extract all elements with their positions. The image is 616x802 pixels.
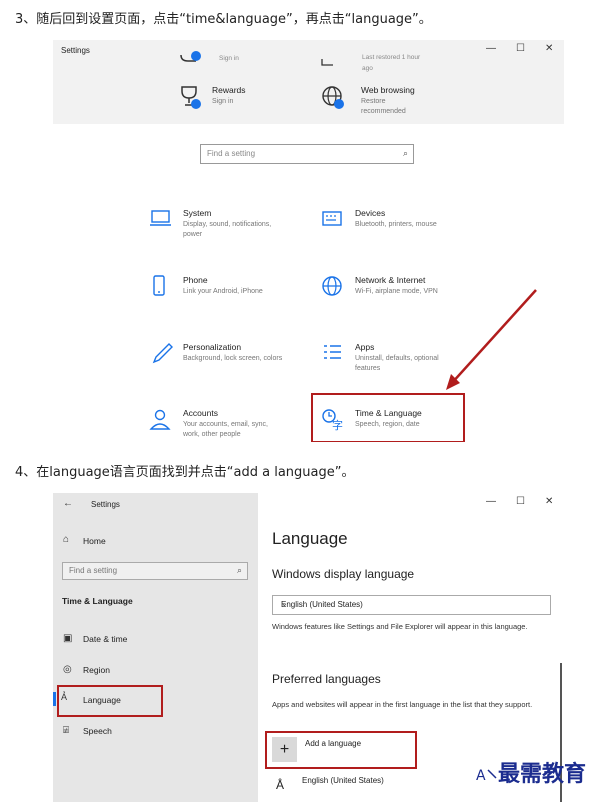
watermark-text: 最需教育 — [498, 761, 587, 787]
microphone-icon: ⍯ — [63, 725, 69, 736]
highlight-box-language — [57, 685, 163, 717]
search-icon: ⌕ — [236, 565, 242, 575]
sidebar-item-home[interactable]: Home — [83, 536, 106, 546]
maximize-button[interactable]: ☐ — [516, 496, 525, 507]
language-glyph-icon: Å — [276, 778, 285, 792]
sidebar-item-date-time[interactable]: Date & time — [83, 634, 127, 644]
sidebar-item-region[interactable]: Region — [83, 665, 110, 675]
svg-text:A: A — [476, 768, 486, 784]
pointer-arrow — [446, 289, 537, 390]
active-indicator — [53, 692, 56, 706]
close-button[interactable]: ✕ — [545, 496, 553, 507]
home-icon: ⌂ — [63, 534, 70, 545]
sidebar-item-speech[interactable]: Speech — [83, 726, 112, 736]
watermark-emblem-icon: A — [476, 768, 497, 784]
globe-icon: ◎ — [63, 664, 72, 675]
window-title: Settings — [91, 500, 120, 509]
chevron-down-icon: ⌄ — [281, 599, 288, 608]
sidebar-search-input[interactable]: Find a setting ⌕ — [62, 562, 248, 580]
back-arrow-icon[interactable]: ← — [63, 498, 73, 509]
preferred-languages-note: Apps and websites will appear in the fir… — [272, 700, 533, 709]
settings-home-screenshot: Settings — ☐ ✕ Sign in Last restored 1 h… — [53, 40, 564, 442]
display-language-note: Windows features like Settings and File … — [272, 622, 528, 631]
sidebar-section-title: Time & Language — [62, 596, 133, 606]
display-language-heading: Windows display language — [272, 567, 415, 581]
highlight-box-add-language — [265, 731, 417, 769]
display-language-select[interactable]: English (United States) ⌄ — [272, 595, 551, 615]
page-title: Language — [272, 529, 348, 548]
preferred-languages-heading: Preferred languages — [272, 672, 381, 686]
language-list-item[interactable]: English (United States) — [302, 776, 384, 785]
step-4-instruction: 4、在language语言页面找到并点击“add a language”。 — [15, 465, 355, 480]
step-3-instruction: 3、随后回到设置页面，点击“time&language”，再点击“languag… — [15, 12, 432, 27]
minimize-button[interactable]: — — [486, 496, 496, 507]
search-placeholder: Find a setting — [69, 566, 118, 575]
calendar-icon: ▣ — [63, 633, 73, 644]
watermark-logo: A 最需教育 — [476, 756, 586, 792]
